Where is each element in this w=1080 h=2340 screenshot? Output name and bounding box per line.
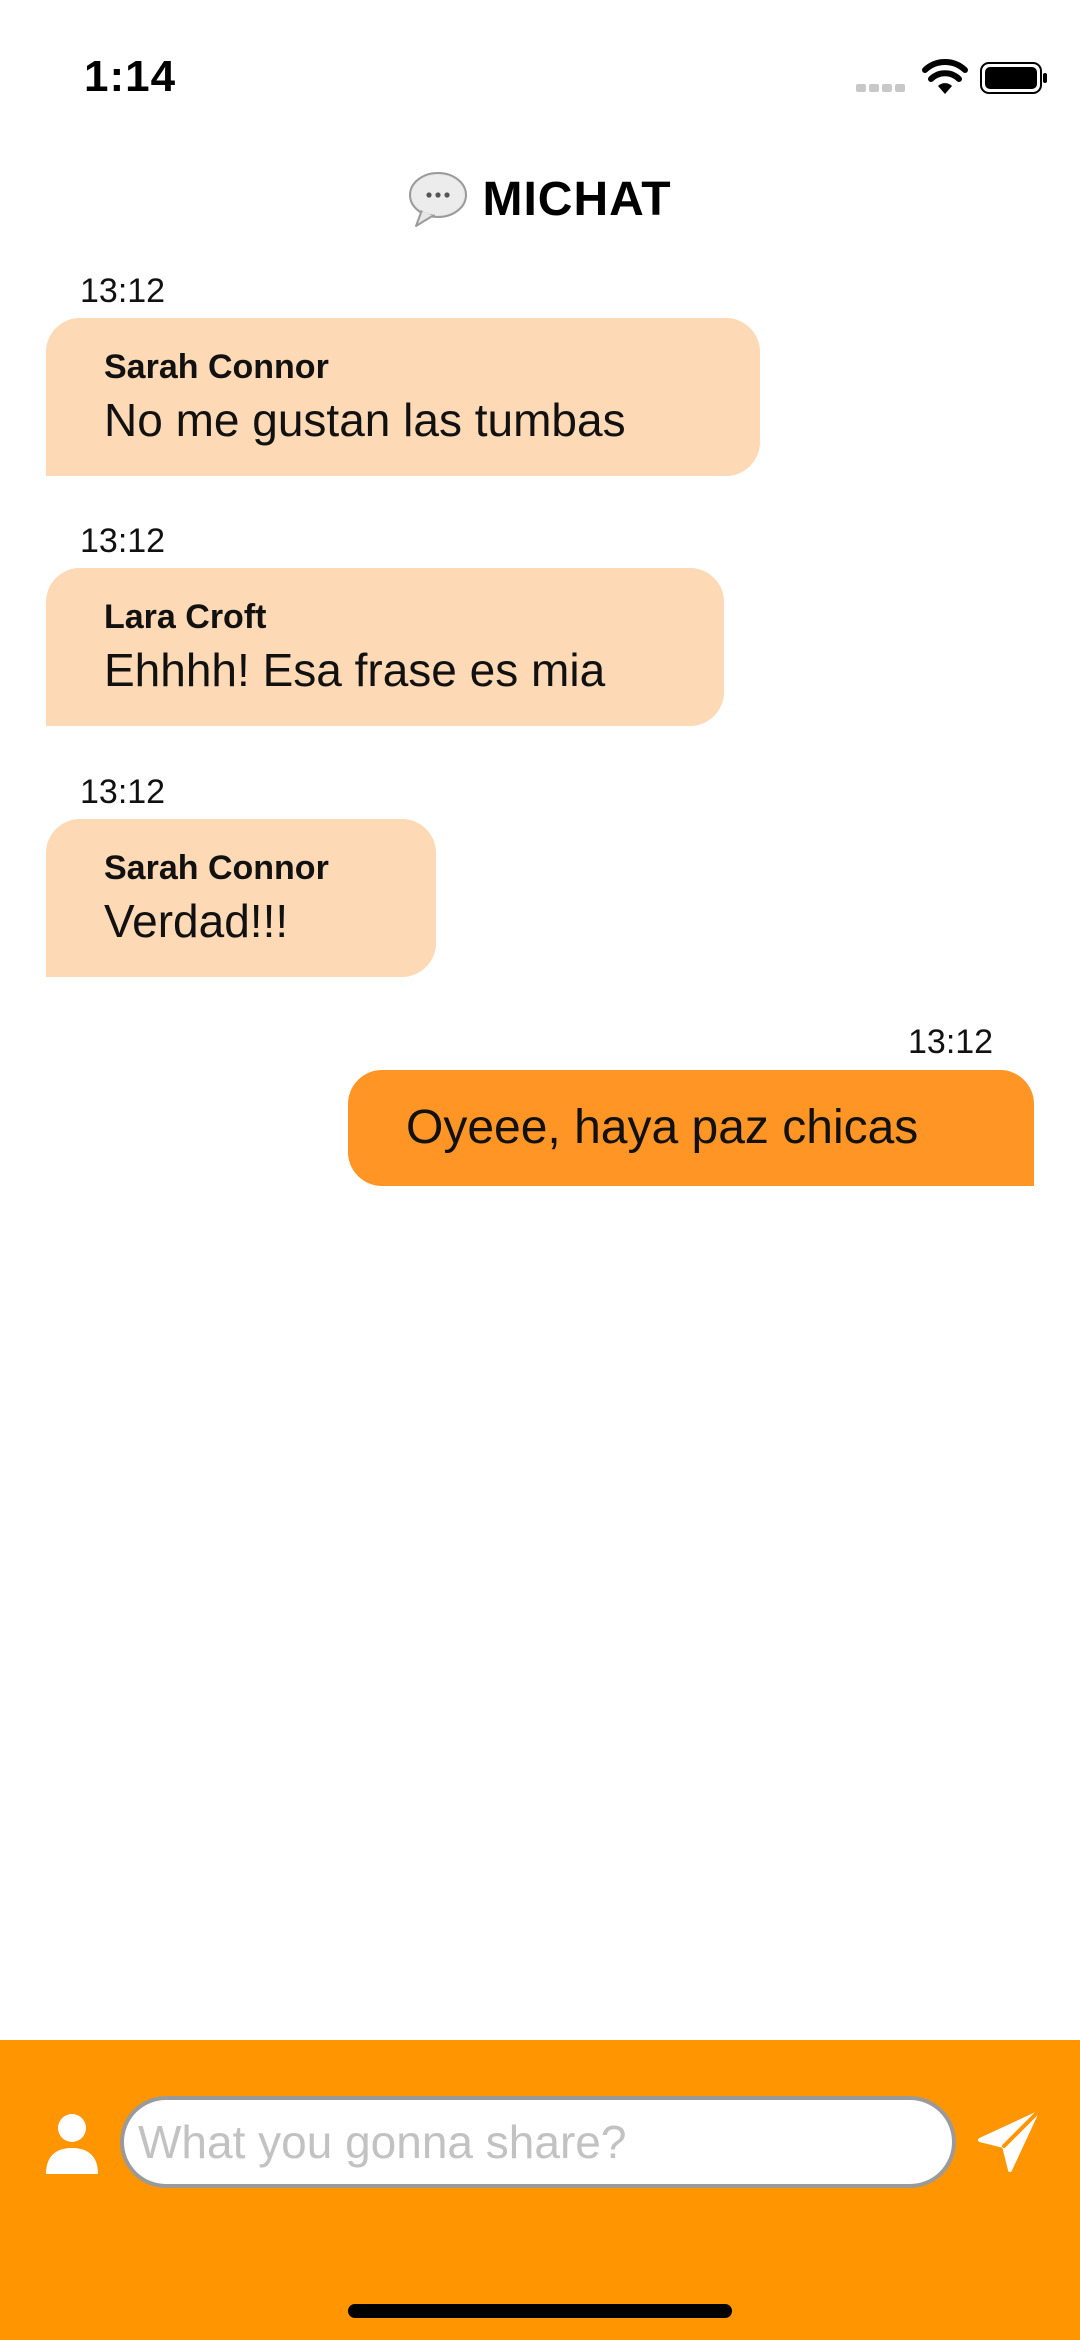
send-icon[interactable]	[976, 2110, 1040, 2174]
wifi-icon	[922, 59, 968, 94]
message-timestamp: 13:12	[80, 272, 166, 310]
message-input[interactable]	[120, 2096, 956, 2188]
message-sender: Lara Croft	[104, 598, 267, 636]
incoming-message-bubble[interactable]: Sarah Connor No me gustan las tumbas	[46, 318, 760, 476]
incoming-message-bubble[interactable]: Sarah Connor Verdad!!!	[46, 819, 436, 977]
incoming-message-bubble[interactable]: Lara Croft Ehhhh! Esa frase es mia	[46, 568, 724, 726]
message-timestamp: 13:12	[80, 773, 166, 811]
home-indicator	[348, 2304, 732, 2318]
message-sender: Sarah Connor	[104, 849, 329, 887]
composer-bar	[0, 2040, 1080, 2340]
battery-icon	[980, 62, 1047, 94]
app-header: MICHAT	[0, 170, 1080, 240]
message-timestamp: 13:12	[908, 1023, 994, 1061]
status-time: 1:14	[84, 52, 177, 101]
message-sender: Sarah Connor	[104, 348, 329, 386]
message-text: No me gustan las tumbas	[104, 394, 626, 446]
message-text: Ehhhh! Esa frase es mia	[104, 644, 606, 696]
message-text: Oyeee, haya paz chicas	[406, 1101, 919, 1154]
message-timestamp: 13:12	[80, 522, 166, 560]
app-title: MICHAT	[482, 172, 672, 226]
user-icon[interactable]	[44, 2112, 100, 2176]
message-text: Verdad!!!	[104, 895, 289, 947]
status-bar: 1:14	[0, 0, 1080, 150]
outgoing-message-bubble[interactable]: Oyeee, haya paz chicas	[348, 1070, 1034, 1186]
speech-bubble-icon	[409, 172, 468, 227]
cellular-signal-icon	[856, 84, 906, 94]
